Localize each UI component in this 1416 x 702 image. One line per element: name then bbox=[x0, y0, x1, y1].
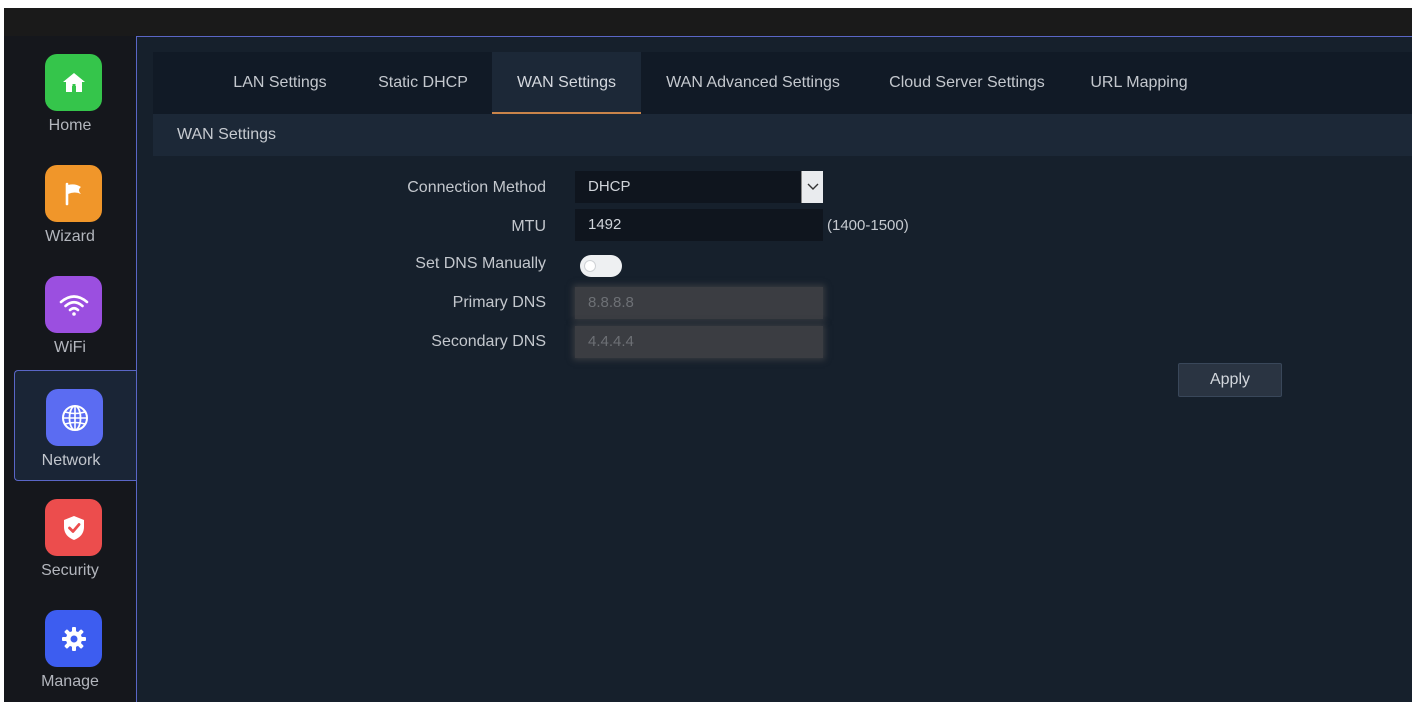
secondary-dns-field[interactable]: 4.4.4.4 bbox=[575, 326, 823, 358]
mtu-field[interactable]: 1492 bbox=[575, 209, 823, 241]
set-dns-manually-toggle[interactable] bbox=[580, 255, 622, 277]
apply-button[interactable]: Apply bbox=[1178, 363, 1282, 397]
home-icon bbox=[45, 54, 102, 111]
chevron-down-icon[interactable] bbox=[801, 171, 823, 203]
tab-static-dhcp[interactable]: Static DHCP bbox=[358, 52, 488, 114]
sidebar-item-home[interactable]: Home bbox=[4, 36, 136, 147]
tab-lan-settings[interactable]: LAN Settings bbox=[215, 52, 345, 114]
mtu-range-hint: (1400-1500) bbox=[827, 217, 909, 234]
sidebar-item-label: Home bbox=[48, 117, 92, 134]
sidebar: Home Wizard WiFi Network Security Manage bbox=[4, 36, 137, 702]
tab-wan-advanced-settings[interactable]: WAN Advanced Settings bbox=[653, 52, 853, 114]
primary-dns-field[interactable]: 8.8.8.8 bbox=[575, 287, 823, 319]
section-title: WAN Settings bbox=[153, 114, 1412, 156]
wifi-icon bbox=[45, 276, 102, 333]
connection-method-select[interactable]: DHCP bbox=[575, 171, 823, 203]
top-bar bbox=[4, 8, 1412, 36]
sidebar-item-label: Network bbox=[41, 452, 101, 469]
primary-dns-label: Primary DNS bbox=[452, 294, 546, 311]
sidebar-item-security[interactable]: Security bbox=[4, 481, 136, 592]
gear-icon bbox=[45, 610, 102, 667]
main-panel: LAN Settings Static DHCP WAN Settings WA… bbox=[136, 36, 1412, 702]
tab-url-mapping[interactable]: URL Mapping bbox=[1079, 52, 1199, 114]
app-frame: Home Wizard WiFi Network Security Manage… bbox=[4, 8, 1412, 702]
tab-bar: LAN Settings Static DHCP WAN Settings WA… bbox=[153, 52, 1412, 114]
globe-icon bbox=[46, 389, 103, 446]
tab-cloud-server-settings[interactable]: Cloud Server Settings bbox=[877, 52, 1057, 114]
set-dns-manually-label: Set DNS Manually bbox=[415, 255, 546, 272]
sidebar-item-label: Manage bbox=[41, 673, 99, 690]
connection-method-value: DHCP bbox=[588, 178, 631, 195]
sidebar-item-manage[interactable]: Manage bbox=[4, 592, 136, 702]
shield-icon bbox=[45, 499, 102, 556]
tab-wan-settings[interactable]: WAN Settings bbox=[492, 52, 641, 114]
mtu-label: MTU bbox=[511, 218, 546, 235]
flag-icon bbox=[45, 165, 102, 222]
secondary-dns-label: Secondary DNS bbox=[431, 333, 546, 350]
sidebar-item-label: WiFi bbox=[54, 339, 86, 356]
sidebar-item-wizard[interactable]: Wizard bbox=[4, 147, 136, 258]
toggle-knob bbox=[584, 260, 596, 272]
connection-method-label: Connection Method bbox=[407, 179, 546, 196]
sidebar-item-label: Wizard bbox=[45, 228, 95, 245]
sidebar-item-label: Security bbox=[41, 562, 99, 579]
sidebar-item-wifi[interactable]: WiFi bbox=[4, 258, 136, 369]
sidebar-item-network[interactable]: Network bbox=[14, 370, 137, 481]
